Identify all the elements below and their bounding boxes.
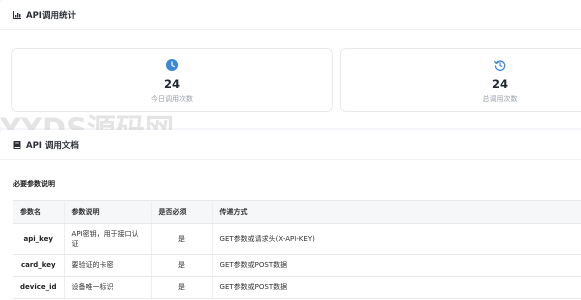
table-row: device_id 设备唯一标识 是 GET参数或POST数据 (13, 276, 581, 299)
today-calls-label: 今日调用次数 (151, 95, 193, 103)
api-stats-card: API调用统计 24 今日调用次数 24 总调用次数 (0, 0, 581, 128)
api-doc-card: API 调用文档 必要参数说明 参数名 参数说明 是否必须 传递方式 api_k… (0, 130, 581, 300)
param-required: 是 (151, 254, 213, 277)
total-calls-stat: 24 总调用次数 (340, 48, 581, 112)
api-stats-title: API调用统计 (26, 10, 76, 21)
bar-chart-icon (13, 10, 21, 19)
col-method: 传递方式 (212, 200, 581, 224)
required-params-heading: 必要参数说明 (13, 180, 55, 188)
today-calls-value: 24 (163, 77, 180, 91)
param-desc: 要验证的卡密 (64, 254, 152, 277)
history-icon (494, 60, 506, 71)
param-required: 是 (151, 276, 213, 299)
param-name: card_key (13, 254, 65, 277)
col-param-name: 参数名 (13, 200, 65, 224)
col-param-desc: 参数说明 (64, 200, 152, 224)
table-row: api_key API密钥，用于接口认证 是 GET参数或请求头(X-API-K… (13, 223, 581, 255)
total-calls-label: 总调用次数 (482, 95, 518, 103)
api-stats-header: API调用统计 (0, 0, 581, 30)
param-name: api_key (13, 223, 65, 255)
table-row: card_key 要验证的卡密 是 GET参数或POST数据 (13, 254, 581, 277)
col-required: 是否必须 (151, 200, 213, 224)
param-desc: API密钥，用于接口认证 (64, 223, 152, 255)
param-name: device_id (13, 276, 65, 299)
book-icon (13, 140, 21, 149)
today-calls-stat: 24 今日调用次数 (11, 48, 333, 112)
param-method: GET参数或请求头(X-API-KEY) (212, 223, 581, 255)
param-required: 是 (151, 223, 213, 255)
param-method: GET参数或POST数据 (212, 276, 581, 299)
total-calls-value: 24 (491, 77, 508, 91)
table-header-row: 参数名 参数说明 是否必须 传递方式 (13, 200, 581, 224)
param-method: GET参数或POST数据 (212, 254, 581, 277)
clock-icon (166, 59, 178, 71)
params-table: 参数名 参数说明 是否必须 传递方式 api_key API密钥，用于接口认证 … (13, 200, 581, 299)
api-doc-title: API 调用文档 (26, 140, 79, 151)
param-desc: 设备唯一标识 (64, 276, 152, 299)
api-doc-header: API 调用文档 (0, 130, 581, 160)
